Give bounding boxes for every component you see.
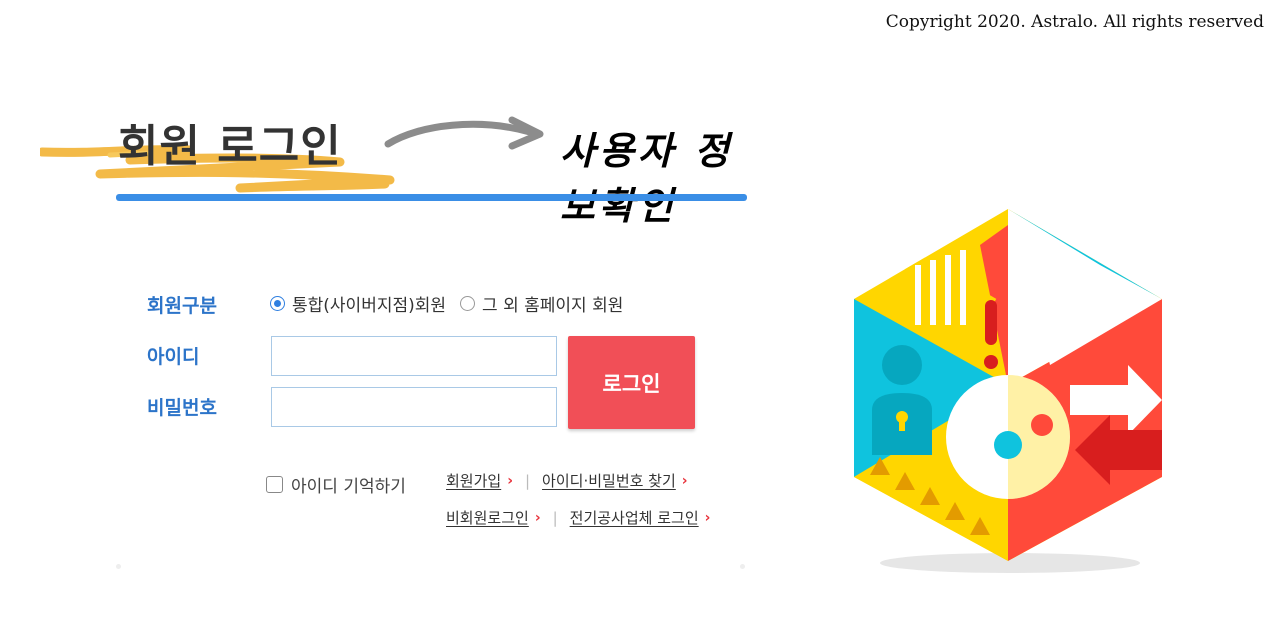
member-type-label: 회원구분: [147, 295, 217, 317]
page-title: 회원 로그인: [118, 121, 342, 172]
find-id-password-link[interactable]: 아이디·비밀번호 찾기: [542, 470, 676, 491]
title-underline: [116, 194, 747, 201]
chevron-right-icon: ›: [507, 472, 513, 489]
divider: |: [524, 471, 531, 490]
chevron-right-icon: ›: [704, 509, 711, 526]
radio-integrated-member[interactable]: 통합(사이버지점)회원: [270, 291, 446, 316]
radio-other-member[interactable]: 그 외 홈페이지 회원: [460, 291, 623, 316]
security-key-illustration: [854, 209, 1162, 573]
links-row-2: 비회원로그인 › | 전기공사업체 로그인 ›: [446, 507, 710, 528]
contractor-login-link[interactable]: 전기공사업체 로그인: [570, 507, 699, 528]
signup-link[interactable]: 회원가입: [446, 470, 501, 491]
divider: |: [552, 508, 558, 527]
corner-dot: [740, 564, 745, 569]
guest-login-link[interactable]: 비회원로그인: [446, 507, 529, 528]
id-label: 아이디: [147, 346, 200, 368]
login-button[interactable]: 로그인: [568, 336, 695, 429]
id-input[interactable]: [271, 336, 557, 376]
radio-option-label: 통합(사이버지점)회원: [292, 296, 447, 316]
radio-option-label: 그 외 홈페이지 회원: [482, 296, 624, 316]
password-label: 비밀번호: [147, 397, 217, 419]
radio-unchecked-icon[interactable]: [460, 296, 476, 311]
password-input[interactable]: [271, 387, 557, 427]
page-subtitle: 사용자 정보확인: [560, 128, 734, 228]
remember-id-label: 아이디 기억하기: [291, 477, 406, 497]
copyright-text: Copyright 2020. Astralo. All rights rese…: [885, 12, 1264, 32]
checkbox-icon[interactable]: [266, 476, 283, 493]
member-type-radio-group: 통합(사이버지점)회원 그 외 홈페이지 회원: [270, 291, 637, 316]
chevron-right-icon: ›: [534, 509, 541, 526]
corner-dot: [116, 564, 121, 569]
radio-checked-icon[interactable]: [270, 296, 285, 311]
arrow-right-icon: [384, 116, 544, 150]
links-row-1: 회원가입 › | 아이디·비밀번호 찾기 ›: [446, 470, 688, 491]
remember-id-checkbox[interactable]: 아이디 기억하기: [266, 472, 406, 497]
chevron-right-icon: ›: [681, 472, 688, 489]
login-form: 회원구분 통합(사이버지점)회원 그 외 홈페이지 회원 아이디 비밀번호 로그…: [140, 285, 760, 545]
